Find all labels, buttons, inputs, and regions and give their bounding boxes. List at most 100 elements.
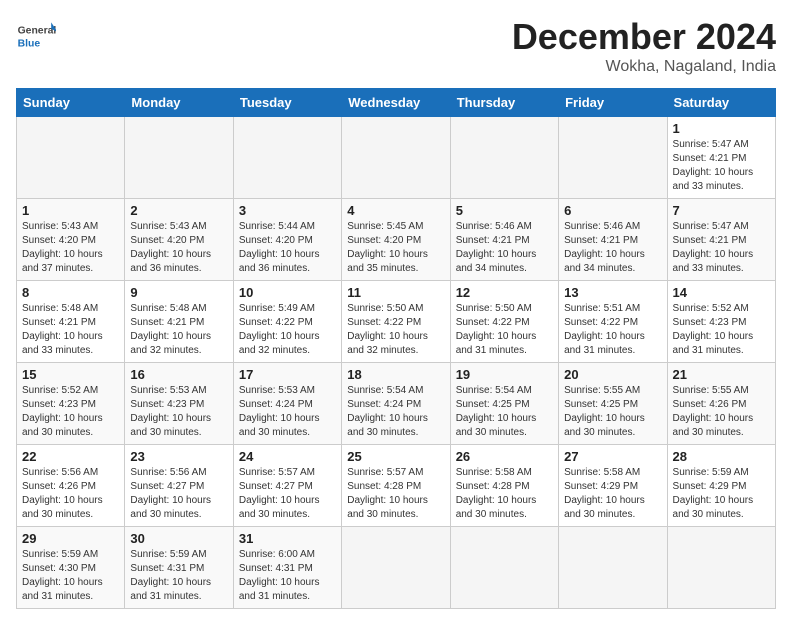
empty-cell (17, 117, 125, 199)
calendar-day-5: 5 Sunrise: 5:46 AMSunset: 4:21 PMDayligh… (450, 199, 558, 281)
calendar-day-14: 14 Sunrise: 5:52 AMSunset: 4:23 PMDaylig… (667, 281, 775, 363)
location-subtitle: Wokha, Nagaland, India (512, 58, 776, 76)
calendar-day-11: 11 Sunrise: 5:50 AMSunset: 4:22 PMDaylig… (342, 281, 450, 363)
calendar-day-1: 1 Sunrise: 5:43 AMSunset: 4:20 PMDayligh… (17, 199, 125, 281)
calendar-day-13: 13 Sunrise: 5:51 AMSunset: 4:22 PMDaylig… (559, 281, 667, 363)
day-number: 31 (239, 531, 336, 546)
day-info: Sunrise: 5:49 AMSunset: 4:22 PMDaylight:… (239, 303, 320, 356)
day-info: Sunrise: 5:50 AMSunset: 4:22 PMDaylight:… (456, 303, 537, 356)
day-number: 7 (673, 203, 770, 218)
day-info: Sunrise: 5:56 AMSunset: 4:27 PMDaylight:… (130, 467, 211, 520)
day-info: Sunrise: 5:46 AMSunset: 4:21 PMDaylight:… (456, 221, 537, 274)
svg-text:General: General (18, 26, 56, 37)
day-number: 3 (239, 203, 336, 218)
title-area: December 2024 Wokha, Nagaland, India (512, 16, 776, 76)
day-number: 18 (347, 367, 444, 382)
day-info: Sunrise: 5:46 AMSunset: 4:21 PMDaylight:… (564, 221, 645, 274)
day-number: 8 (22, 285, 119, 300)
day-info: Sunrise: 5:47 AMSunset: 4:21 PMDaylight:… (673, 139, 754, 192)
calendar-day-2: 2 Sunrise: 5:43 AMSunset: 4:20 PMDayligh… (125, 199, 233, 281)
calendar-day-24: 24 Sunrise: 5:57 AMSunset: 4:27 PMDaylig… (233, 445, 341, 527)
calendar-day-9: 9 Sunrise: 5:48 AMSunset: 4:21 PMDayligh… (125, 281, 233, 363)
day-info: Sunrise: 5:59 AMSunset: 4:31 PMDaylight:… (130, 549, 211, 602)
day-number: 12 (456, 285, 553, 300)
day-number: 2 (130, 203, 227, 218)
empty-cell (450, 527, 558, 609)
day-info: Sunrise: 5:54 AMSunset: 4:25 PMDaylight:… (456, 385, 537, 438)
day-info: Sunrise: 5:52 AMSunset: 4:23 PMDaylight:… (673, 303, 754, 356)
empty-cell (233, 117, 341, 199)
month-title: December 2024 (512, 16, 776, 58)
day-number: 6 (564, 203, 661, 218)
day-number: 28 (673, 449, 770, 464)
day-number: 10 (239, 285, 336, 300)
day-number: 14 (673, 285, 770, 300)
day-info: Sunrise: 5:51 AMSunset: 4:22 PMDaylight:… (564, 303, 645, 356)
empty-cell (125, 117, 233, 199)
calendar-day-28: 28 Sunrise: 5:59 AMSunset: 4:29 PMDaylig… (667, 445, 775, 527)
day-number: 30 (130, 531, 227, 546)
day-info: Sunrise: 5:59 AMSunset: 4:29 PMDaylight:… (673, 467, 754, 520)
day-info: Sunrise: 6:00 AMSunset: 4:31 PMDaylight:… (239, 549, 320, 602)
day-info: Sunrise: 5:58 AMSunset: 4:29 PMDaylight:… (564, 467, 645, 520)
calendar-day-7: 7 Sunrise: 5:47 AMSunset: 4:21 PMDayligh… (667, 199, 775, 281)
day-info: Sunrise: 5:48 AMSunset: 4:21 PMDaylight:… (22, 303, 103, 356)
calendar-header-sunday: Sunday (17, 89, 125, 117)
empty-cell (667, 527, 775, 609)
calendar-day-18: 18 Sunrise: 5:54 AMSunset: 4:24 PMDaylig… (342, 363, 450, 445)
calendar-day-27: 27 Sunrise: 5:58 AMSunset: 4:29 PMDaylig… (559, 445, 667, 527)
calendar-day-6: 6 Sunrise: 5:46 AMSunset: 4:21 PMDayligh… (559, 199, 667, 281)
day-number: 16 (130, 367, 227, 382)
calendar-day-30: 30 Sunrise: 5:59 AMSunset: 4:31 PMDaylig… (125, 527, 233, 609)
calendar-header-saturday: Saturday (667, 89, 775, 117)
day-info: Sunrise: 5:50 AMSunset: 4:22 PMDaylight:… (347, 303, 428, 356)
calendar-header-wednesday: Wednesday (342, 89, 450, 117)
day-number: 13 (564, 285, 661, 300)
day-info: Sunrise: 5:54 AMSunset: 4:24 PMDaylight:… (347, 385, 428, 438)
calendar-day-10: 10 Sunrise: 5:49 AMSunset: 4:22 PMDaylig… (233, 281, 341, 363)
calendar-day-21: 21 Sunrise: 5:55 AMSunset: 4:26 PMDaylig… (667, 363, 775, 445)
calendar-day-1: 1 Sunrise: 5:47 AMSunset: 4:21 PMDayligh… (667, 117, 775, 199)
calendar-day-20: 20 Sunrise: 5:55 AMSunset: 4:25 PMDaylig… (559, 363, 667, 445)
calendar-header-friday: Friday (559, 89, 667, 117)
calendar-table: SundayMondayTuesdayWednesdayThursdayFrid… (16, 88, 776, 609)
calendar-day-25: 25 Sunrise: 5:57 AMSunset: 4:28 PMDaylig… (342, 445, 450, 527)
day-number: 21 (673, 367, 770, 382)
day-info: Sunrise: 5:47 AMSunset: 4:21 PMDaylight:… (673, 221, 754, 274)
calendar-day-8: 8 Sunrise: 5:48 AMSunset: 4:21 PMDayligh… (17, 281, 125, 363)
svg-text:Blue: Blue (18, 38, 41, 49)
empty-cell (342, 527, 450, 609)
calendar-day-26: 26 Sunrise: 5:58 AMSunset: 4:28 PMDaylig… (450, 445, 558, 527)
calendar-day-4: 4 Sunrise: 5:45 AMSunset: 4:20 PMDayligh… (342, 199, 450, 281)
day-info: Sunrise: 5:52 AMSunset: 4:23 PMDaylight:… (22, 385, 103, 438)
day-number: 22 (22, 449, 119, 464)
day-number: 23 (130, 449, 227, 464)
calendar-header-tuesday: Tuesday (233, 89, 341, 117)
day-number: 27 (564, 449, 661, 464)
day-number: 26 (456, 449, 553, 464)
calendar-header-monday: Monday (125, 89, 233, 117)
calendar-header-thursday: Thursday (450, 89, 558, 117)
day-number: 11 (347, 285, 444, 300)
day-number: 1 (673, 121, 770, 136)
empty-cell (559, 527, 667, 609)
calendar-day-19: 19 Sunrise: 5:54 AMSunset: 4:25 PMDaylig… (450, 363, 558, 445)
day-info: Sunrise: 5:44 AMSunset: 4:20 PMDaylight:… (239, 221, 320, 274)
day-info: Sunrise: 5:45 AMSunset: 4:20 PMDaylight:… (347, 221, 428, 274)
day-info: Sunrise: 5:53 AMSunset: 4:24 PMDaylight:… (239, 385, 320, 438)
calendar-day-12: 12 Sunrise: 5:50 AMSunset: 4:22 PMDaylig… (450, 281, 558, 363)
empty-cell (559, 117, 667, 199)
day-number: 17 (239, 367, 336, 382)
day-number: 9 (130, 285, 227, 300)
calendar-day-31: 31 Sunrise: 6:00 AMSunset: 4:31 PMDaylig… (233, 527, 341, 609)
day-number: 5 (456, 203, 553, 218)
day-info: Sunrise: 5:53 AMSunset: 4:23 PMDaylight:… (130, 385, 211, 438)
day-info: Sunrise: 5:57 AMSunset: 4:27 PMDaylight:… (239, 467, 320, 520)
empty-cell (342, 117, 450, 199)
day-info: Sunrise: 5:43 AMSunset: 4:20 PMDaylight:… (22, 221, 103, 274)
calendar-day-22: 22 Sunrise: 5:56 AMSunset: 4:26 PMDaylig… (17, 445, 125, 527)
day-number: 1 (22, 203, 119, 218)
calendar-day-16: 16 Sunrise: 5:53 AMSunset: 4:23 PMDaylig… (125, 363, 233, 445)
day-number: 4 (347, 203, 444, 218)
day-info: Sunrise: 5:55 AMSunset: 4:25 PMDaylight:… (564, 385, 645, 438)
